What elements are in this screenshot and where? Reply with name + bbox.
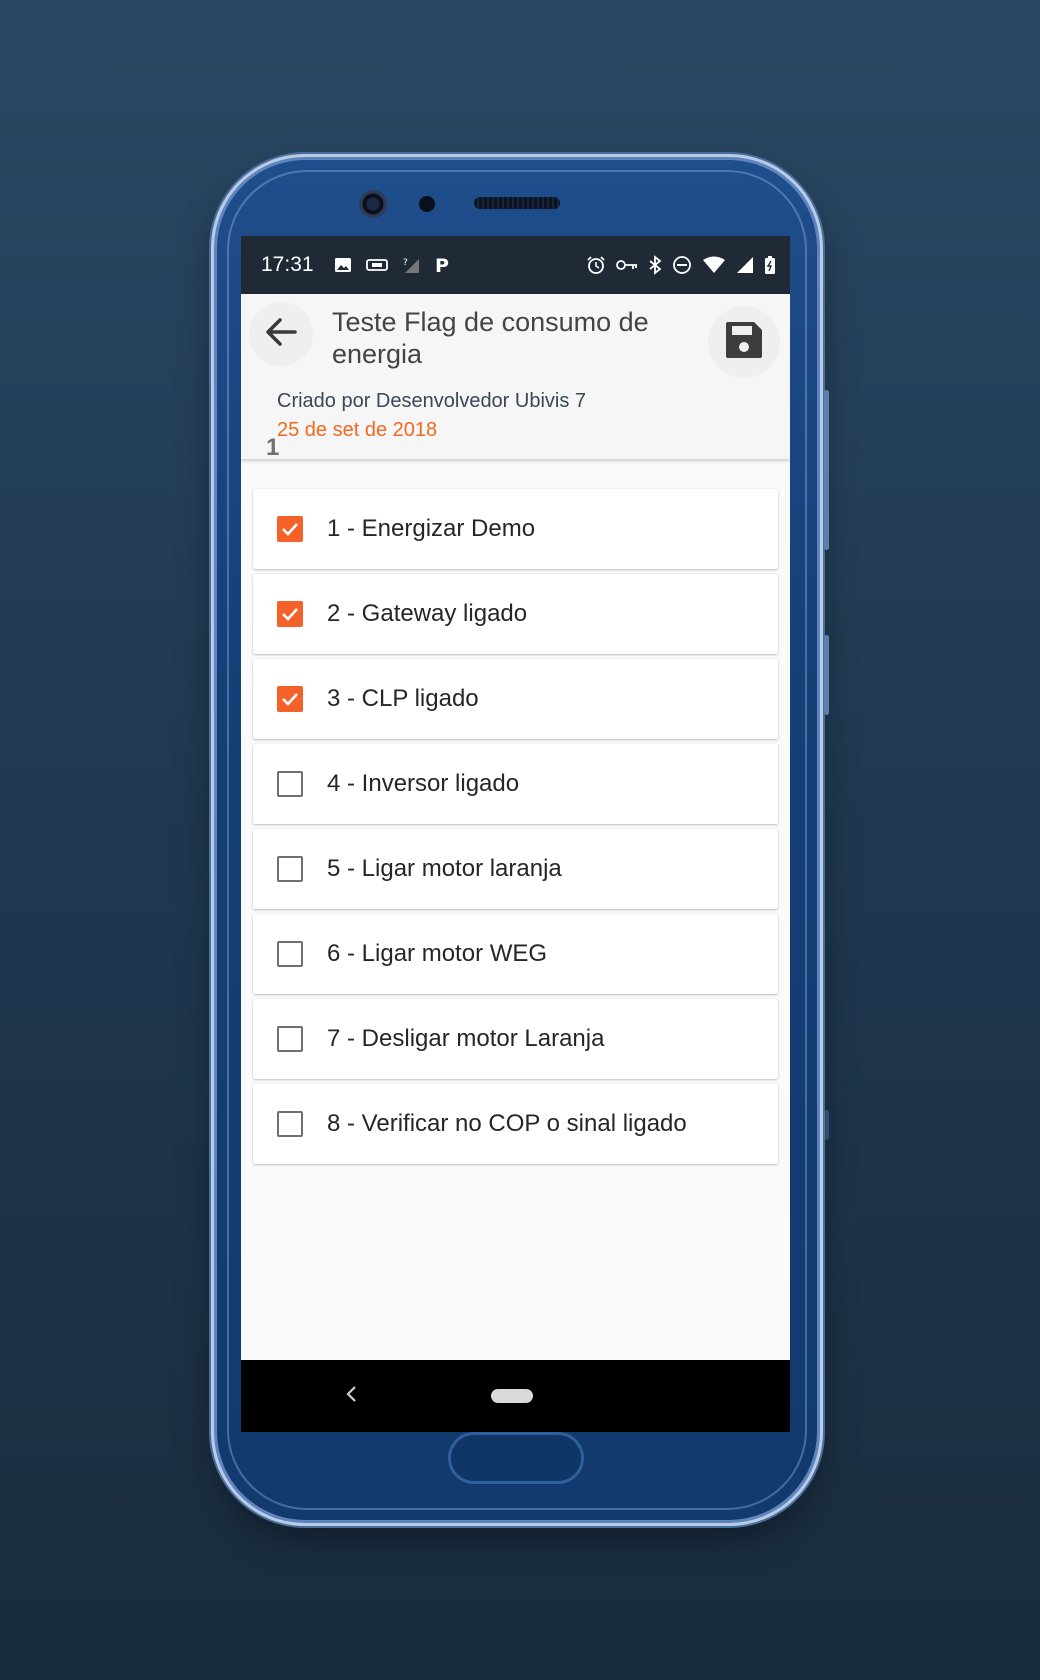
checklist-item-label: 8 - Verificar no COP o sinal ligado [327, 1110, 687, 1137]
checklist-item[interactable]: 6 - Ligar motor WEG [253, 914, 778, 994]
checkbox[interactable] [277, 1026, 303, 1052]
checkbox[interactable] [277, 771, 303, 797]
checkbox[interactable] [277, 516, 303, 542]
nav-back-button[interactable] [339, 1382, 363, 1410]
bluetooth-icon [648, 255, 662, 275]
phone-frame: 17:31 ? P Teste Flag de consumo de energ… [217, 160, 829, 1520]
dnd-icon [672, 255, 692, 275]
app-screen: 17:31 ? P Teste Flag de consumo de energ… [241, 236, 790, 1432]
p-app-icon: P [434, 255, 450, 275]
creator-text: Criado por Desenvolvedor Ubivis 7 [277, 390, 587, 412]
front-camera [359, 190, 387, 218]
svg-text:?: ? [403, 258, 408, 268]
battery-icon [764, 255, 776, 275]
checklist: 1 - Energizar Demo 2 - Gateway ligado 3 … [253, 489, 778, 1169]
checklist-item[interactable]: 1 - Energizar Demo [253, 489, 778, 569]
cast-icon [365, 257, 388, 273]
earpiece-speaker [474, 197, 560, 209]
back-button[interactable] [249, 302, 313, 366]
power-button [824, 635, 829, 715]
checkbox[interactable] [277, 856, 303, 882]
checklist-item[interactable]: 5 - Ligar motor laranja [253, 829, 778, 909]
checklist-item[interactable]: 7 - Desligar motor Laranja [253, 999, 778, 1079]
checkbox[interactable] [277, 686, 303, 712]
chevron-left-icon [344, 1384, 358, 1409]
checkbox[interactable] [277, 1111, 303, 1137]
svg-text:P: P [435, 255, 449, 275]
system-nav-bar [241, 1360, 790, 1432]
status-time: 17:31 [261, 253, 314, 276]
checkbox[interactable] [277, 941, 303, 967]
checklist-item[interactable]: 3 - CLP ligado [253, 659, 778, 739]
signal-unknown-icon: ? [402, 256, 420, 274]
checklist-item-label: 2 - Gateway ligado [327, 600, 528, 627]
nav-home-pill[interactable] [491, 1389, 533, 1403]
checklist-item-label: 6 - Ligar motor WEG [327, 940, 548, 967]
volume-button [824, 390, 829, 550]
check-icon [282, 608, 298, 621]
check-icon [282, 693, 298, 706]
checklist-item[interactable]: 4 - Inversor ligado [253, 744, 778, 824]
arrow-left-icon [261, 312, 301, 357]
checklist-item-label: 3 - CLP ligado [327, 685, 479, 712]
created-date: 25 de set de 2018 [277, 419, 438, 441]
check-icon [282, 523, 298, 536]
checklist-item-label: 1 - Energizar Demo [327, 515, 536, 542]
floppy-disk-icon [722, 318, 766, 367]
checklist-item[interactable]: 2 - Gateway ligado [253, 574, 778, 654]
checklist-item-label: 7 - Desligar motor Laranja [327, 1025, 605, 1052]
page-title: Teste Flag de consumo de energia [332, 307, 649, 369]
proximity-sensor [419, 196, 435, 212]
app-header: Teste Flag de consumo de energia Criado … [241, 294, 790, 459]
image-icon [334, 256, 352, 274]
checklist-item[interactable]: 8 - Verificar no COP o sinal ligado [253, 1084, 778, 1164]
key-icon [616, 258, 638, 272]
section-label: 1 [266, 434, 280, 461]
checklist-item-label: 5 - Ligar motor laranja [327, 855, 562, 882]
signal-icon [736, 256, 754, 274]
wifi-icon [702, 256, 726, 274]
checklist-item-label: 4 - Inversor ligado [327, 770, 520, 797]
save-button[interactable] [708, 306, 780, 378]
checkbox[interactable] [277, 601, 303, 627]
physical-home-button [448, 1432, 584, 1484]
status-bar: 17:31 ? P [241, 236, 790, 294]
side-notch [824, 1110, 829, 1140]
alarm-icon [586, 255, 606, 275]
